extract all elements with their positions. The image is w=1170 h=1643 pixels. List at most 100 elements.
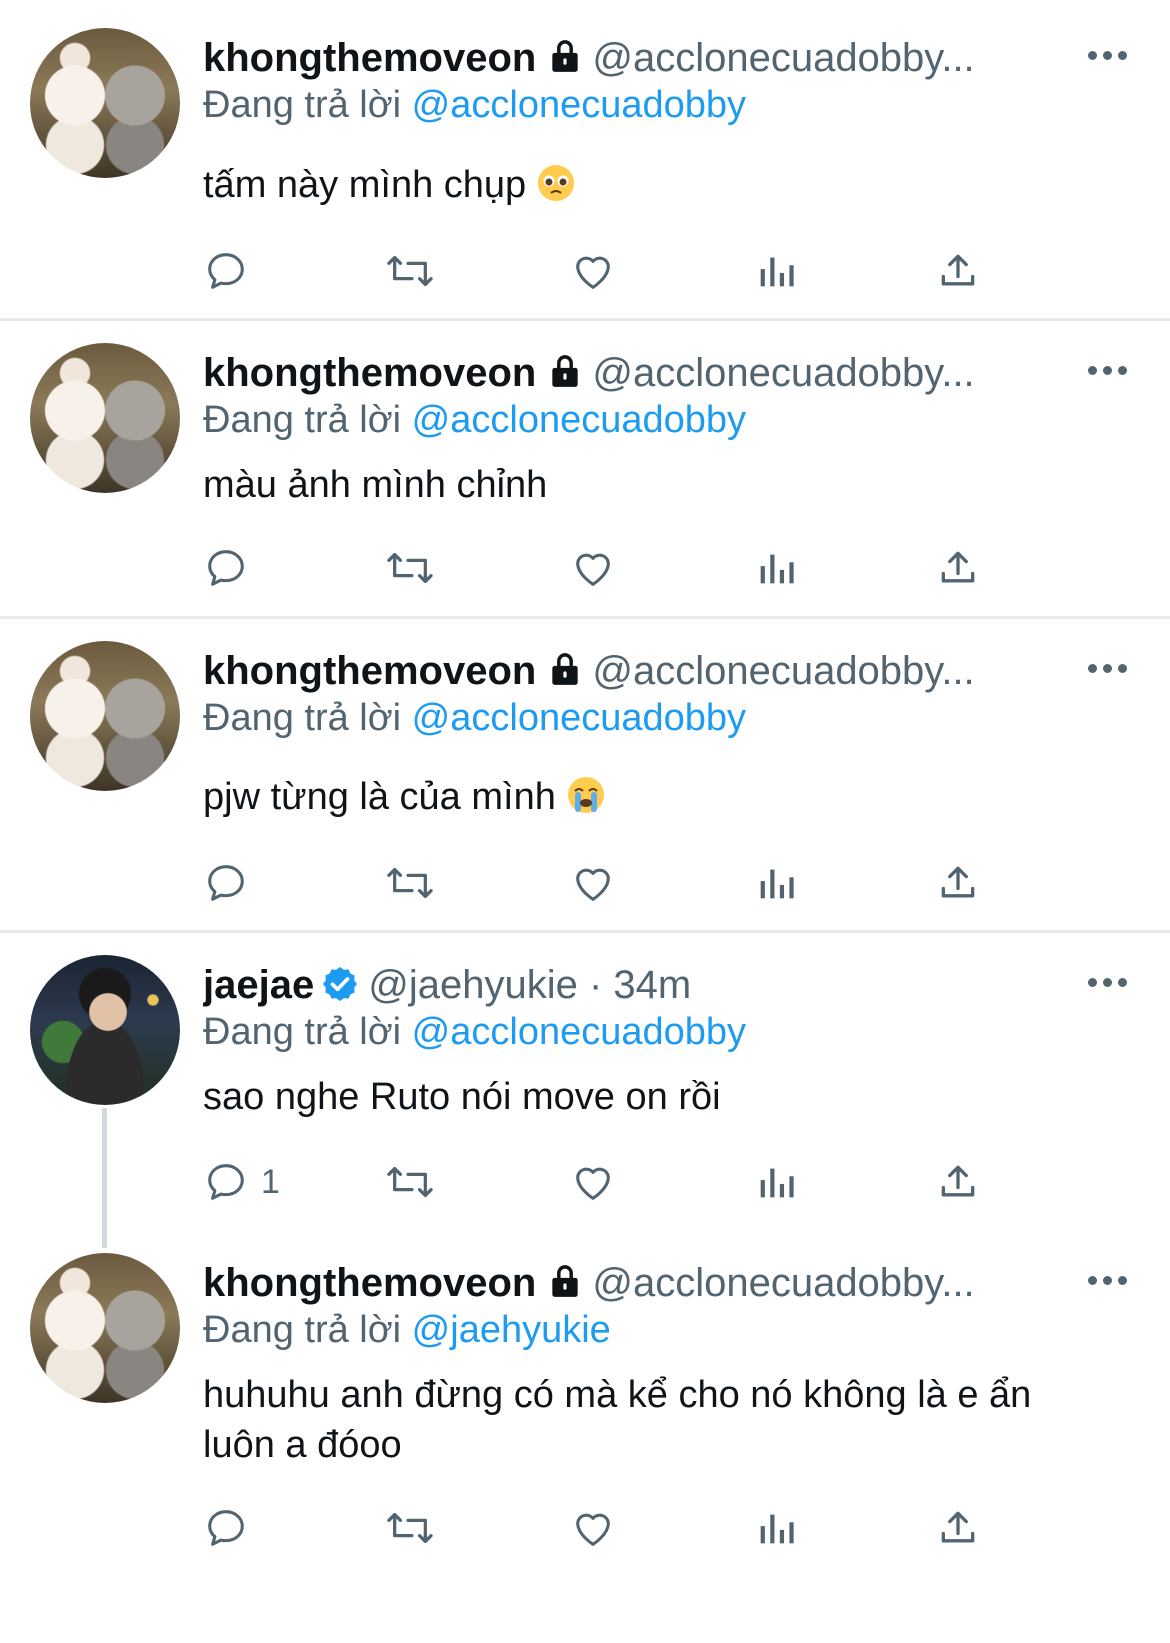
tweet-text-body: pjw từng là của mình <box>203 776 556 818</box>
like-button[interactable] <box>570 543 616 593</box>
user-handle[interactable]: @acclonecuadobby... <box>592 36 974 80</box>
share-button[interactable] <box>936 858 980 908</box>
reply-icon <box>203 1159 249 1205</box>
views-icon <box>754 545 798 591</box>
replying-to: Đang trả lời @acclonecuadobby <box>203 396 746 444</box>
avatar[interactable] <box>30 343 180 493</box>
share-icon <box>936 860 980 906</box>
like-button[interactable] <box>570 1503 616 1553</box>
user-handle[interactable]: @acclonecuadobby... <box>592 1261 974 1305</box>
mention-link[interactable]: @acclonecuadobby <box>412 399 746 441</box>
reply-icon <box>203 248 249 294</box>
like-icon <box>570 248 616 294</box>
more-icon[interactable] <box>1088 664 1128 676</box>
display-name[interactable]: khongthemoveon <box>203 649 536 693</box>
views-button[interactable] <box>754 246 798 296</box>
tweet[interactable]: khongthemoveon @acclonecuadobby... Đang t… <box>0 619 1170 930</box>
avatar[interactable] <box>30 641 180 791</box>
share-button[interactable] <box>936 246 980 296</box>
retweet-icon <box>385 1159 435 1205</box>
tweet-text-body: tấm này mình chụp <box>203 164 527 206</box>
avatar[interactable] <box>30 1253 180 1403</box>
like-button[interactable] <box>570 246 616 296</box>
views-button[interactable] <box>754 543 798 593</box>
reply-icon <box>203 1505 249 1551</box>
share-button[interactable] <box>936 543 980 593</box>
replying-to-label: Đang trả lời <box>203 1309 402 1351</box>
tweet-text: tấm này mình chụp <box>203 160 1103 216</box>
display-name[interactable]: khongthemoveon <box>203 351 536 395</box>
tweet[interactable]: khongthemoveon @acclonecuadobby... Đang t… <box>0 0 1170 318</box>
like-icon <box>570 1505 616 1551</box>
share-button[interactable] <box>936 1157 980 1207</box>
tweet-actions <box>0 1503 1170 1553</box>
tweet-actions <box>0 543 1170 593</box>
tweet-header: khongthemoveon @acclonecuadobby... <box>203 33 1110 83</box>
tweet[interactable]: jaejae @jaehyukie · 34m Đang trả lời @acc… <box>0 933 1170 1233</box>
tweet[interactable]: khongthemoveon @acclonecuadobby... Đang t… <box>0 1233 1170 1643</box>
reply-button[interactable] <box>203 858 261 908</box>
reply-count: 1 <box>261 1162 280 1201</box>
reply-button[interactable] <box>203 1503 261 1553</box>
more-icon[interactable] <box>1088 1276 1128 1288</box>
retweet-button[interactable] <box>385 858 435 908</box>
replying-to: Đang trả lời @acclonecuadobby <box>203 81 746 129</box>
tweet-header: khongthemoveon @acclonecuadobby... <box>203 646 1110 696</box>
like-icon <box>570 860 616 906</box>
reply-icon <box>203 545 249 591</box>
tweet-actions <box>0 246 1170 296</box>
reply-button[interactable] <box>203 246 261 296</box>
retweet-button[interactable] <box>385 1157 435 1207</box>
mention-link[interactable]: @acclonecuadobby <box>412 84 746 126</box>
mention-link[interactable]: @acclonecuadobby <box>412 697 746 739</box>
mention-link[interactable]: @acclonecuadobby <box>412 1011 746 1053</box>
user-handle[interactable]: @jaehyukie · 34m <box>368 963 691 1007</box>
share-icon <box>936 1505 980 1551</box>
more-icon[interactable] <box>1088 978 1128 990</box>
tweet-actions: 1 <box>0 1157 1170 1207</box>
reply-button[interactable]: 1 <box>203 1157 280 1207</box>
display-name[interactable]: khongthemoveon <box>203 1261 536 1305</box>
share-button[interactable] <box>936 1503 980 1553</box>
share-icon <box>936 248 980 294</box>
replying-to-label: Đang trả lời <box>203 1011 402 1053</box>
retweet-button[interactable] <box>385 543 435 593</box>
replying-to-label: Đang trả lời <box>203 84 402 126</box>
tweet-text-body: huhuhu anh đừng có mà kể cho nó không là… <box>203 1374 1032 1466</box>
loudly-crying-face-emoji <box>566 775 606 828</box>
avatar[interactable] <box>30 955 180 1105</box>
share-icon <box>936 545 980 591</box>
display-name[interactable]: khongthemoveon <box>203 36 536 80</box>
retweet-icon <box>385 1505 435 1551</box>
views-button[interactable] <box>754 858 798 908</box>
retweet-icon <box>385 545 435 591</box>
views-icon <box>754 1159 798 1205</box>
user-handle[interactable]: @acclonecuadobby... <box>592 351 974 395</box>
tweet-header: khongthemoveon @acclonecuadobby... <box>203 348 1110 398</box>
retweet-button[interactable] <box>385 246 435 296</box>
tweet-text: pjw từng là của mình <box>203 772 1103 828</box>
lock-icon <box>546 1262 584 1308</box>
mention-link[interactable]: @jaehyukie <box>412 1309 611 1351</box>
verified-icon <box>320 964 360 1010</box>
avatar[interactable] <box>30 28 180 178</box>
reply-button[interactable] <box>203 543 261 593</box>
retweet-button[interactable] <box>385 1503 435 1553</box>
tweet[interactable]: khongthemoveon @acclonecuadobby... Đang t… <box>0 321 1170 616</box>
like-icon <box>570 545 616 591</box>
more-icon[interactable] <box>1088 51 1128 63</box>
display-name[interactable]: jaejae <box>203 963 314 1007</box>
more-icon[interactable] <box>1088 366 1128 378</box>
user-handle[interactable]: @acclonecuadobby... <box>592 649 974 693</box>
views-button[interactable] <box>754 1157 798 1207</box>
retweet-icon <box>385 860 435 906</box>
tweet-text-body: màu ảnh mình chỉnh <box>203 464 548 506</box>
replying-to: Đang trả lời @jaehyukie <box>203 1306 611 1354</box>
like-button[interactable] <box>570 1157 616 1207</box>
like-button[interactable] <box>570 858 616 908</box>
replying-to-label: Đang trả lời <box>203 697 402 739</box>
share-icon <box>936 1159 980 1205</box>
views-button[interactable] <box>754 1503 798 1553</box>
like-icon <box>570 1159 616 1205</box>
tweet-text-body: sao nghe Ruto nói move on rồi <box>203 1076 721 1118</box>
